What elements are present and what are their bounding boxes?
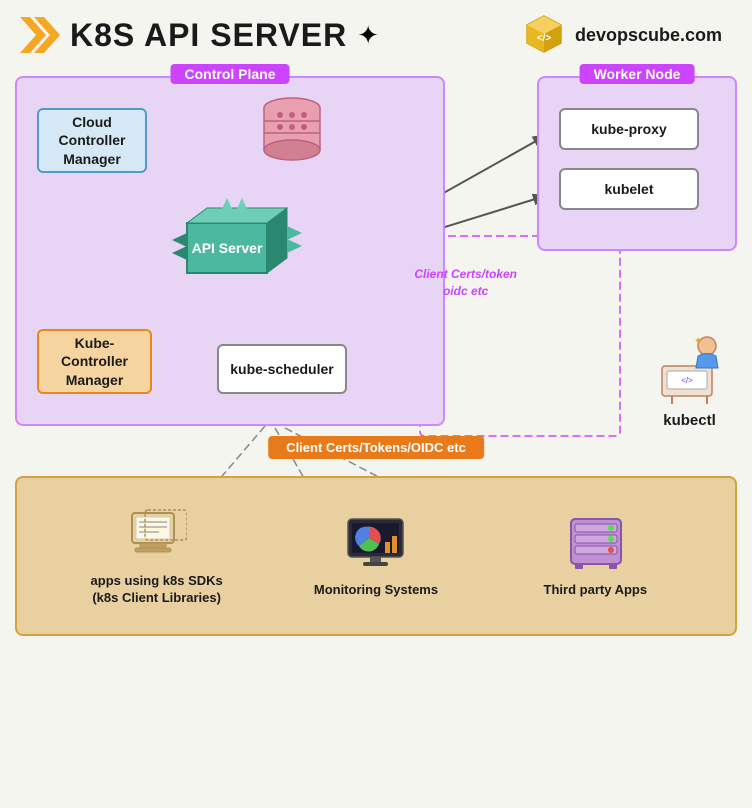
svg-text:</>: </>: [681, 376, 693, 385]
bottom-apps-row: apps using k8s SDKs(k8s Client Libraries…: [15, 476, 737, 636]
svg-text:✦: ✦: [694, 336, 702, 347]
kubectl-label: kubectl: [663, 412, 716, 429]
sdk-apps-label: apps using k8s SDKs(k8s Client Libraries…: [91, 573, 223, 607]
client-certs-banner: Client Certs/Tokens/OIDC etc: [268, 436, 484, 459]
api-server-container: API Server: [172, 198, 302, 288]
kube-proxy: kube-proxy: [559, 108, 699, 150]
monitoring-icon: [343, 514, 408, 574]
kubectl-person-icon: </> ✦: [652, 336, 727, 406]
third-party-item: Third party Apps: [515, 514, 675, 599]
third-party-label: Third party Apps: [544, 582, 648, 599]
cloud-controller-label: Cloud ControllerManager: [47, 113, 137, 168]
page-title: K8S API SERVER: [70, 17, 347, 54]
spark-decoration: ✦: [357, 20, 379, 51]
etcd-icon: [260, 93, 325, 168]
svg-text:</>: </>: [537, 33, 552, 44]
svg-text:API Server: API Server: [192, 240, 263, 256]
page-container: K8S API SERVER ✦ </> devopscube.com: [0, 0, 752, 796]
cloud-controller-manager: Cloud ControllerManager: [37, 108, 147, 173]
kube-scheduler-label: kube-scheduler: [230, 361, 333, 377]
kube-proxy-label: kube-proxy: [591, 121, 666, 137]
kubectl-container: </> ✦ kubectl: [652, 336, 727, 429]
api-server-icon: API Server: [172, 198, 302, 288]
diagram: Control Plane Cloud ControllerManager: [15, 66, 737, 796]
etcd-container: [257, 93, 327, 173]
header: K8S API SERVER ✦ </> devopscube.com: [0, 0, 752, 66]
monitoring-item: Monitoring Systems: [296, 514, 456, 599]
monitoring-label: Monitoring Systems: [314, 582, 438, 599]
client-certs-inner-label: Client Certs/token oidc etc: [414, 266, 517, 300]
sdk-apps-item: apps using k8s SDKs(k8s Client Libraries…: [77, 505, 237, 607]
logo-area: </> devopscube.com: [521, 12, 722, 58]
kubelet: kubelet: [559, 168, 699, 210]
control-plane-label: Control Plane: [170, 64, 289, 84]
kube-scheduler: kube-scheduler: [217, 344, 347, 394]
chevron-icon: [20, 17, 60, 53]
apps-sdk-icon: [127, 505, 187, 565]
control-plane-box: Control Plane Cloud ControllerManager: [15, 76, 445, 426]
worker-node-label: Worker Node: [580, 64, 695, 84]
kubelet-label: kubelet: [604, 181, 653, 197]
kube-controller-label: Kube-ControllerManager: [47, 334, 142, 389]
kube-controller-manager: Kube-ControllerManager: [37, 329, 152, 394]
domain-label: devopscube.com: [575, 25, 722, 46]
cube-icon: </>: [521, 12, 567, 58]
third-party-icon: [563, 514, 628, 574]
title-area: K8S API SERVER ✦: [20, 17, 379, 54]
worker-node-box: Worker Node kube-proxy kubelet: [537, 76, 737, 251]
